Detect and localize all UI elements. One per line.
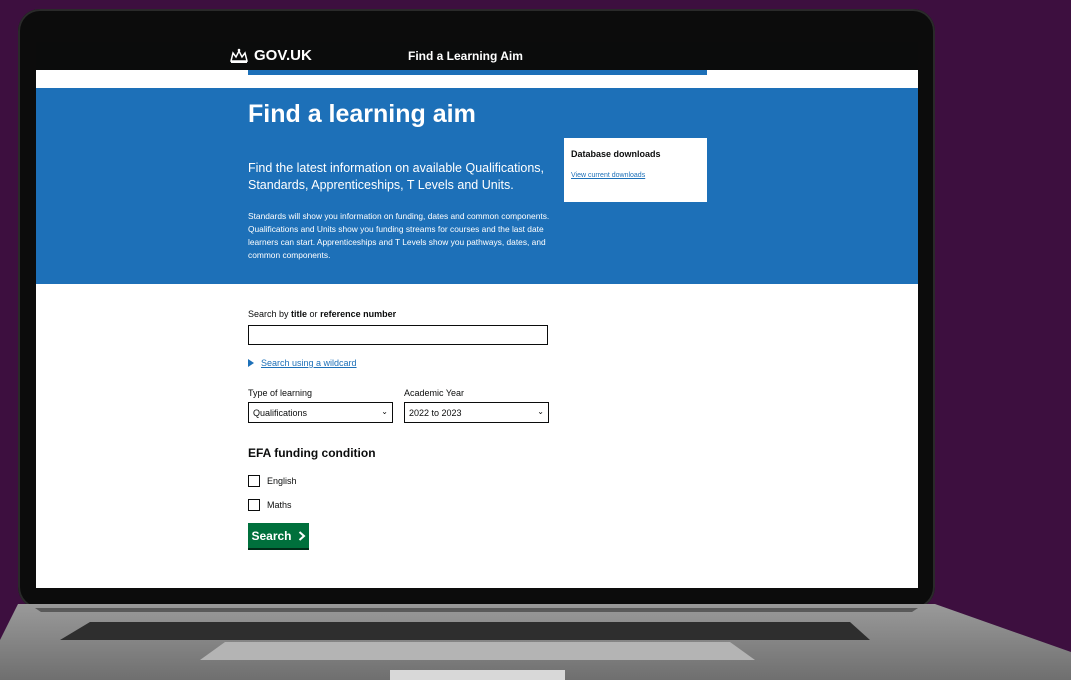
academic-year-select[interactable]: 2022 to 2023 ⌄	[404, 402, 549, 423]
maths-checkbox-row[interactable]: Maths	[248, 499, 292, 511]
search-form: Search by title or reference number Sear…	[248, 284, 648, 584]
wildcard-link-text: Search using a wildcard	[261, 358, 357, 368]
search-label-or: or	[307, 309, 321, 319]
keyboard-deck-graphic	[0, 604, 1071, 680]
view-downloads-link[interactable]: View current downloads	[571, 172, 645, 179]
service-name[interactable]: Find a Learning Aim	[408, 49, 523, 63]
search-button[interactable]: Search	[248, 523, 309, 548]
gov-logo-text: GOV.UK	[254, 47, 312, 64]
academic-year-value: 2022 to 2023	[409, 407, 462, 418]
hero-banner: Find a learning aim Find the latest info…	[36, 88, 918, 284]
chevron-right-icon	[298, 530, 306, 541]
search-input[interactable]	[248, 325, 548, 345]
header-accent-bar	[248, 70, 707, 75]
type-of-learning-value: Qualifications	[253, 407, 308, 418]
type-of-learning-select[interactable]: Qualifications ⌄	[248, 402, 393, 423]
browser-screen: GOV.UK Find a Learning Aim Find a learni…	[36, 42, 918, 588]
english-checkbox[interactable]	[248, 475, 260, 487]
search-label-ref: reference number	[320, 309, 397, 319]
search-button-label: Search	[251, 528, 292, 543]
page-title: Find a learning aim	[248, 100, 476, 128]
triangle-right-icon	[248, 359, 254, 367]
search-label-title: title	[291, 309, 308, 319]
maths-checkbox[interactable]	[248, 499, 260, 511]
gov-logo[interactable]: GOV.UK	[229, 47, 312, 64]
efa-funding-heading: EFA funding condition	[248, 446, 376, 460]
academic-year-label: Academic Year	[404, 388, 465, 398]
search-label: Search by title or reference number	[248, 309, 396, 319]
hero-lead-text: Find the latest information on available…	[248, 161, 544, 192]
gov-header: GOV.UK Find a Learning Aim	[36, 42, 918, 70]
type-of-learning-label: Type of learning	[248, 388, 313, 398]
chevron-down-icon: ⌄	[537, 407, 544, 416]
search-label-prefix: Search by	[248, 309, 292, 319]
chevron-down-icon: ⌄	[381, 407, 388, 416]
english-checkbox-row[interactable]: English	[248, 475, 297, 487]
maths-checkbox-label: Maths	[267, 500, 292, 510]
database-downloads-title: Database downloads	[571, 149, 661, 159]
english-checkbox-label: English	[267, 476, 297, 486]
crown-icon	[230, 48, 248, 63]
hero-body-text: Standards will show you information on f…	[248, 211, 550, 260]
laptop-keyboard-base	[0, 592, 1071, 680]
wildcard-details-toggle[interactable]: Search using a wildcard	[248, 358, 357, 368]
database-downloads-panel: Database downloads View current download…	[564, 138, 707, 202]
